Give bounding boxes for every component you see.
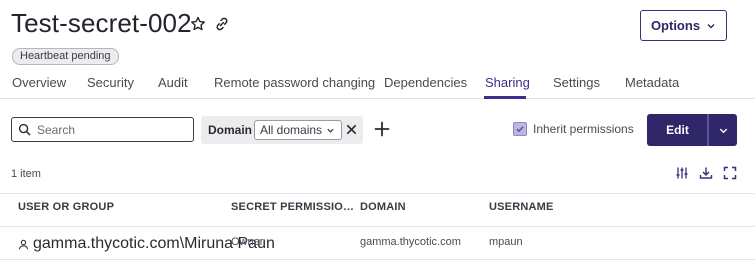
add-icon[interactable]: [374, 121, 390, 137]
download-icon[interactable]: [699, 166, 713, 180]
link-icon[interactable]: [214, 16, 230, 32]
item-count: 1 item: [11, 168, 41, 180]
column-header-username[interactable]: USERNAME: [489, 201, 554, 213]
tab-dependencies[interactable]: Dependencies: [384, 75, 467, 90]
edit-dropdown-button[interactable]: [709, 114, 737, 146]
cell-domain: gamma.thycotic.com: [360, 236, 461, 248]
column-header-domain[interactable]: DOMAIN: [360, 201, 406, 213]
active-tab-indicator: [484, 96, 526, 99]
user-icon: [18, 239, 29, 249]
domain-filter-chip: Domain All domains: [201, 116, 363, 144]
inherit-permissions-label: Inherit permissions: [533, 122, 634, 136]
chevron-down-icon: [707, 23, 715, 28]
status-badge: Heartbeat pending: [12, 48, 119, 65]
tab-metadata[interactable]: Metadata: [625, 75, 679, 90]
chevron-down-icon: [719, 128, 727, 133]
search-box[interactable]: [11, 117, 194, 142]
inherit-permissions-toggle[interactable]: Inherit permissions: [513, 122, 634, 136]
column-header-user-or-group[interactable]: USER OR GROUP: [18, 201, 114, 213]
star-icon[interactable]: [190, 16, 206, 32]
page-title: Test-secret-002: [11, 8, 192, 38]
tab-audit[interactable]: Audit: [158, 75, 188, 90]
domain-select[interactable]: All domains: [254, 120, 342, 140]
search-icon: [18, 123, 31, 136]
options-button[interactable]: Options: [640, 10, 727, 41]
tab-overview[interactable]: Overview: [12, 75, 66, 90]
column-settings-icon[interactable]: [675, 166, 689, 180]
domain-filter-label: Domain: [208, 123, 253, 137]
tab-settings[interactable]: Settings: [553, 75, 600, 90]
table-row-border: [0, 259, 755, 260]
cell-secret-permission: Owner: [231, 236, 264, 248]
table-header-bottom-border: [0, 226, 755, 227]
cell-username: mpaun: [489, 236, 523, 248]
tab-sharing[interactable]: Sharing: [485, 75, 530, 90]
close-icon[interactable]: [345, 123, 358, 136]
column-header-secret-permission[interactable]: SECRET PERMISSIO…: [231, 201, 354, 213]
domain-select-value: All domains: [260, 123, 323, 137]
checkmark-icon: [516, 126, 524, 133]
tab-remote-password-changing[interactable]: Remote password changing: [214, 75, 375, 90]
edit-button[interactable]: Edit: [647, 114, 708, 146]
tab-security[interactable]: Security: [87, 75, 134, 90]
chevron-down-icon: [327, 128, 334, 133]
table-header-top-border: [0, 193, 755, 194]
expand-icon[interactable]: [723, 166, 737, 180]
search-input[interactable]: [37, 122, 187, 137]
inherit-permissions-checkbox[interactable]: [513, 122, 527, 136]
options-label: Options: [650, 18, 701, 33]
tab-bar: Overview Security Audit Remote password …: [0, 72, 755, 99]
